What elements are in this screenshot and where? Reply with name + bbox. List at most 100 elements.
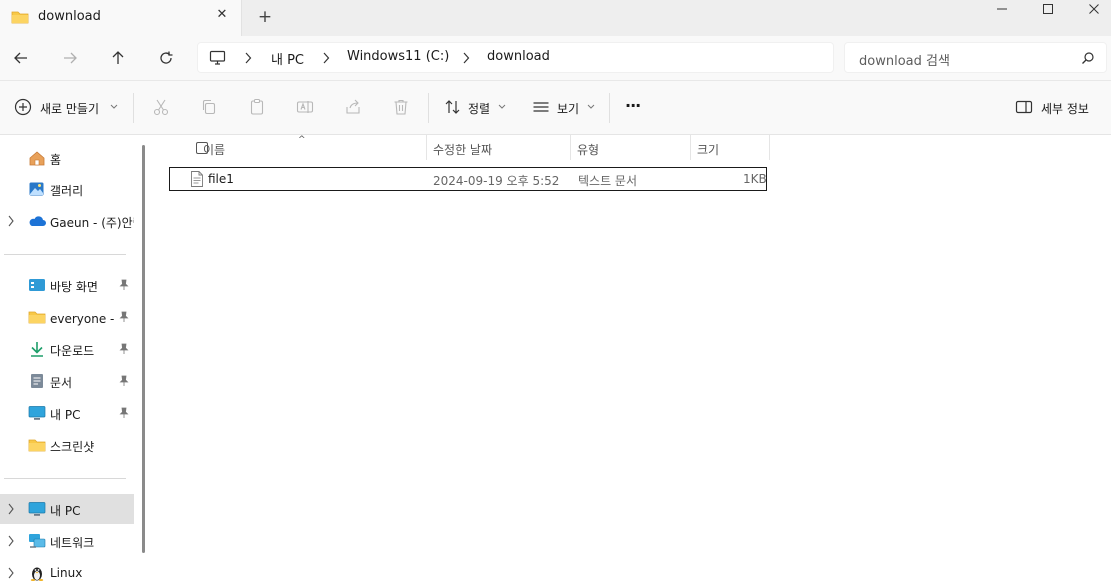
chevron-right-icon [323,52,330,64]
details-pane-label: 세부 정보 [1041,102,1089,116]
list-view-icon [533,102,549,112]
address-bar: 내 PC Windows11 (C:) download download 검색 [0,36,1111,81]
chevron-right-icon [8,567,14,579]
nav-item-everyone[interactable]: everyone - 문서 [0,302,134,332]
arrow-right-icon [64,52,77,64]
text-file-icon [190,171,204,190]
nav-item-desktop[interactable]: 바탕 화면 [0,270,134,300]
navigation-pane: 홈 갤러리 Gaeun - (주)안랩 바탕 화면 everyone - 문서 … [0,135,150,583]
maximize-icon [1043,4,1053,14]
refresh-icon [160,51,173,64]
close-icon [1089,4,1099,14]
maximize-button[interactable] [1025,0,1071,18]
cut-button[interactable] [152,98,170,118]
forward-button[interactable] [59,47,81,69]
rename-icon [296,101,314,113]
minimize-icon [997,8,1007,10]
search-input[interactable]: download 검색 [859,50,950,69]
nav-separator [4,254,126,255]
nav-item-screenshots[interactable]: 스크린샷 [0,430,134,460]
scissors-icon [153,99,169,116]
pc-icon [28,405,46,424]
more-options-button[interactable]: ··· [625,96,647,118]
column-header-name[interactable]: 이름 [169,135,427,160]
chevron-right-icon [8,535,14,547]
nav-item-network[interactable]: 네트워크 [0,526,134,556]
pin-icon [119,279,129,290]
nav-item-linux[interactable]: Linux [0,558,134,583]
file-name: file1 [208,172,234,186]
tab-close-button[interactable]: ✕ [214,7,230,23]
toolbar-separator [609,93,610,123]
folder-icon [28,309,46,328]
folder-icon [28,437,46,456]
home-icon [28,150,46,169]
pin-icon [119,375,129,386]
chevron-right-icon [8,215,14,227]
sort-button[interactable]: 정렬 [444,98,506,118]
chevron-down-icon [110,104,118,109]
new-button[interactable]: 새로 만들기 [14,98,120,118]
copy-button[interactable] [200,98,218,118]
nav-item-this-pc[interactable]: 내 PC [0,494,134,524]
chevron-down-icon [498,104,506,109]
nav-item-this-pc-pinned[interactable]: 내 PC [0,398,134,428]
table-row[interactable]: file1 2024-09-19 오후 5:52 텍스트 문서 1KB [169,167,767,191]
chevron-right-icon [8,503,14,515]
search-icon [1081,51,1095,68]
pin-icon [119,311,129,322]
plus-circle-icon [14,98,32,116]
new-button-label: 새로 만들기 [40,102,100,116]
pin-icon [119,407,129,418]
trash-icon [394,99,408,115]
column-header-modified[interactable]: 수정한 날짜 [427,135,571,160]
pin-icon [119,343,129,354]
breadcrumb-item-download[interactable]: download [487,49,550,64]
column-header-type[interactable]: 유형 [571,135,691,160]
nav-scrollbar[interactable] [142,145,145,553]
search-box[interactable]: download 검색 [844,42,1107,73]
nav-item-onedrive[interactable]: Gaeun - (주)안랩 [0,206,134,236]
pc-monitor-icon [209,50,227,69]
close-window-button[interactable] [1071,0,1111,18]
file-modified: 2024-09-19 오후 5:52 [433,174,560,188]
view-button[interactable]: 보기 [532,98,596,118]
new-tab-button[interactable]: + [257,7,273,27]
breadcrumb-item-pc[interactable]: 내 PC [271,49,304,68]
arrow-left-icon [14,52,27,64]
nav-item-documents[interactable]: 문서 [0,366,134,396]
share-icon [346,99,360,114]
chevron-down-icon [587,104,595,109]
nav-item-downloads[interactable]: 다운로드 [0,334,134,364]
delete-button[interactable] [392,98,410,118]
arrow-up-icon [112,51,124,64]
column-header-size[interactable]: 크기 [691,135,770,160]
sort-button-label: 정렬 [468,102,491,116]
rename-button[interactable] [296,98,314,118]
copy-icon [202,99,216,115]
refresh-button[interactable] [155,47,177,69]
download-icon [28,341,46,360]
file-size: 1KB [743,172,767,186]
nav-item-home[interactable]: 홈 [0,143,134,173]
sort-icon [445,100,460,114]
paste-button[interactable] [248,98,266,118]
share-button[interactable] [344,98,362,118]
breadcrumb[interactable]: 내 PC Windows11 (C:) download [197,42,834,73]
breadcrumb-item-drive[interactable]: Windows11 (C:) [347,49,449,64]
details-pane-button[interactable]: 세부 정보 [1015,98,1095,118]
up-button[interactable] [107,47,129,69]
desktop-icon [28,277,46,296]
minimize-button[interactable] [979,0,1025,18]
pc-icon [28,501,46,520]
tab-download[interactable]: download ✕ [0,0,242,36]
network-icon [28,533,46,552]
details-pane-icon [1015,100,1033,114]
file-list: ^ 이름 수정한 날짜 유형 크기 file1 2024-09-19 오후 5:… [152,135,1111,583]
view-button-label: 보기 [557,102,580,116]
linux-icon [28,565,46,583]
clipboard-icon [250,98,264,115]
back-button[interactable] [10,47,32,69]
gallery-icon [28,181,46,200]
nav-item-gallery[interactable]: 갤러리 [0,174,134,204]
